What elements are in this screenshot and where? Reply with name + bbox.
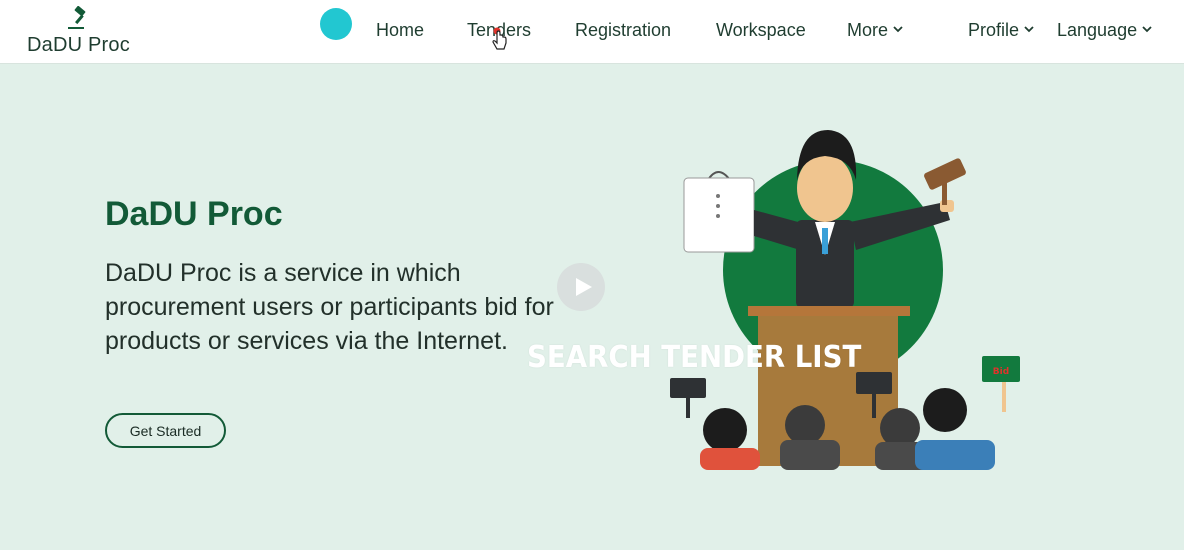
- nav-language-label: Language: [1057, 20, 1138, 40]
- chevron-down-icon: [1142, 26, 1152, 33]
- auction-illustration: Bid: [670, 130, 1020, 470]
- nav-profile-label: Profile: [968, 20, 1020, 40]
- gavel-icon: [68, 6, 86, 29]
- play-icon: [576, 278, 592, 296]
- nav-more[interactable]: More: [847, 20, 904, 41]
- bid-sign-text: Bid: [993, 367, 1009, 377]
- hero-title: DaDU Proc: [105, 195, 283, 233]
- top-navbar: DaDU Proc Home Tenders Registration Work…: [0, 0, 1184, 64]
- nav-registration[interactable]: Registration: [575, 20, 671, 41]
- nav-more-label: More: [847, 20, 889, 40]
- brand-name: DaDU Proc: [27, 34, 130, 56]
- chevron-down-icon: [1024, 26, 1034, 33]
- nav-language[interactable]: Language: [1057, 20, 1153, 41]
- search-tender-overlay[interactable]: SEARCH TENDER LIST: [527, 340, 861, 375]
- nav-workspace[interactable]: Workspace: [716, 20, 806, 41]
- hero-description: DaDU Proc is a service in which procurem…: [105, 259, 554, 355]
- chevron-down-icon: [893, 26, 903, 33]
- play-video-button[interactable]: [557, 263, 605, 311]
- status-dot: [320, 8, 352, 40]
- hand-pointer-icon: [492, 27, 507, 50]
- brand-logo[interactable]: DaDU Proc: [26, 6, 136, 58]
- nav-profile[interactable]: Profile: [968, 20, 1035, 41]
- nav-home[interactable]: Home: [376, 20, 424, 41]
- get-started-button[interactable]: Get Started: [105, 413, 226, 448]
